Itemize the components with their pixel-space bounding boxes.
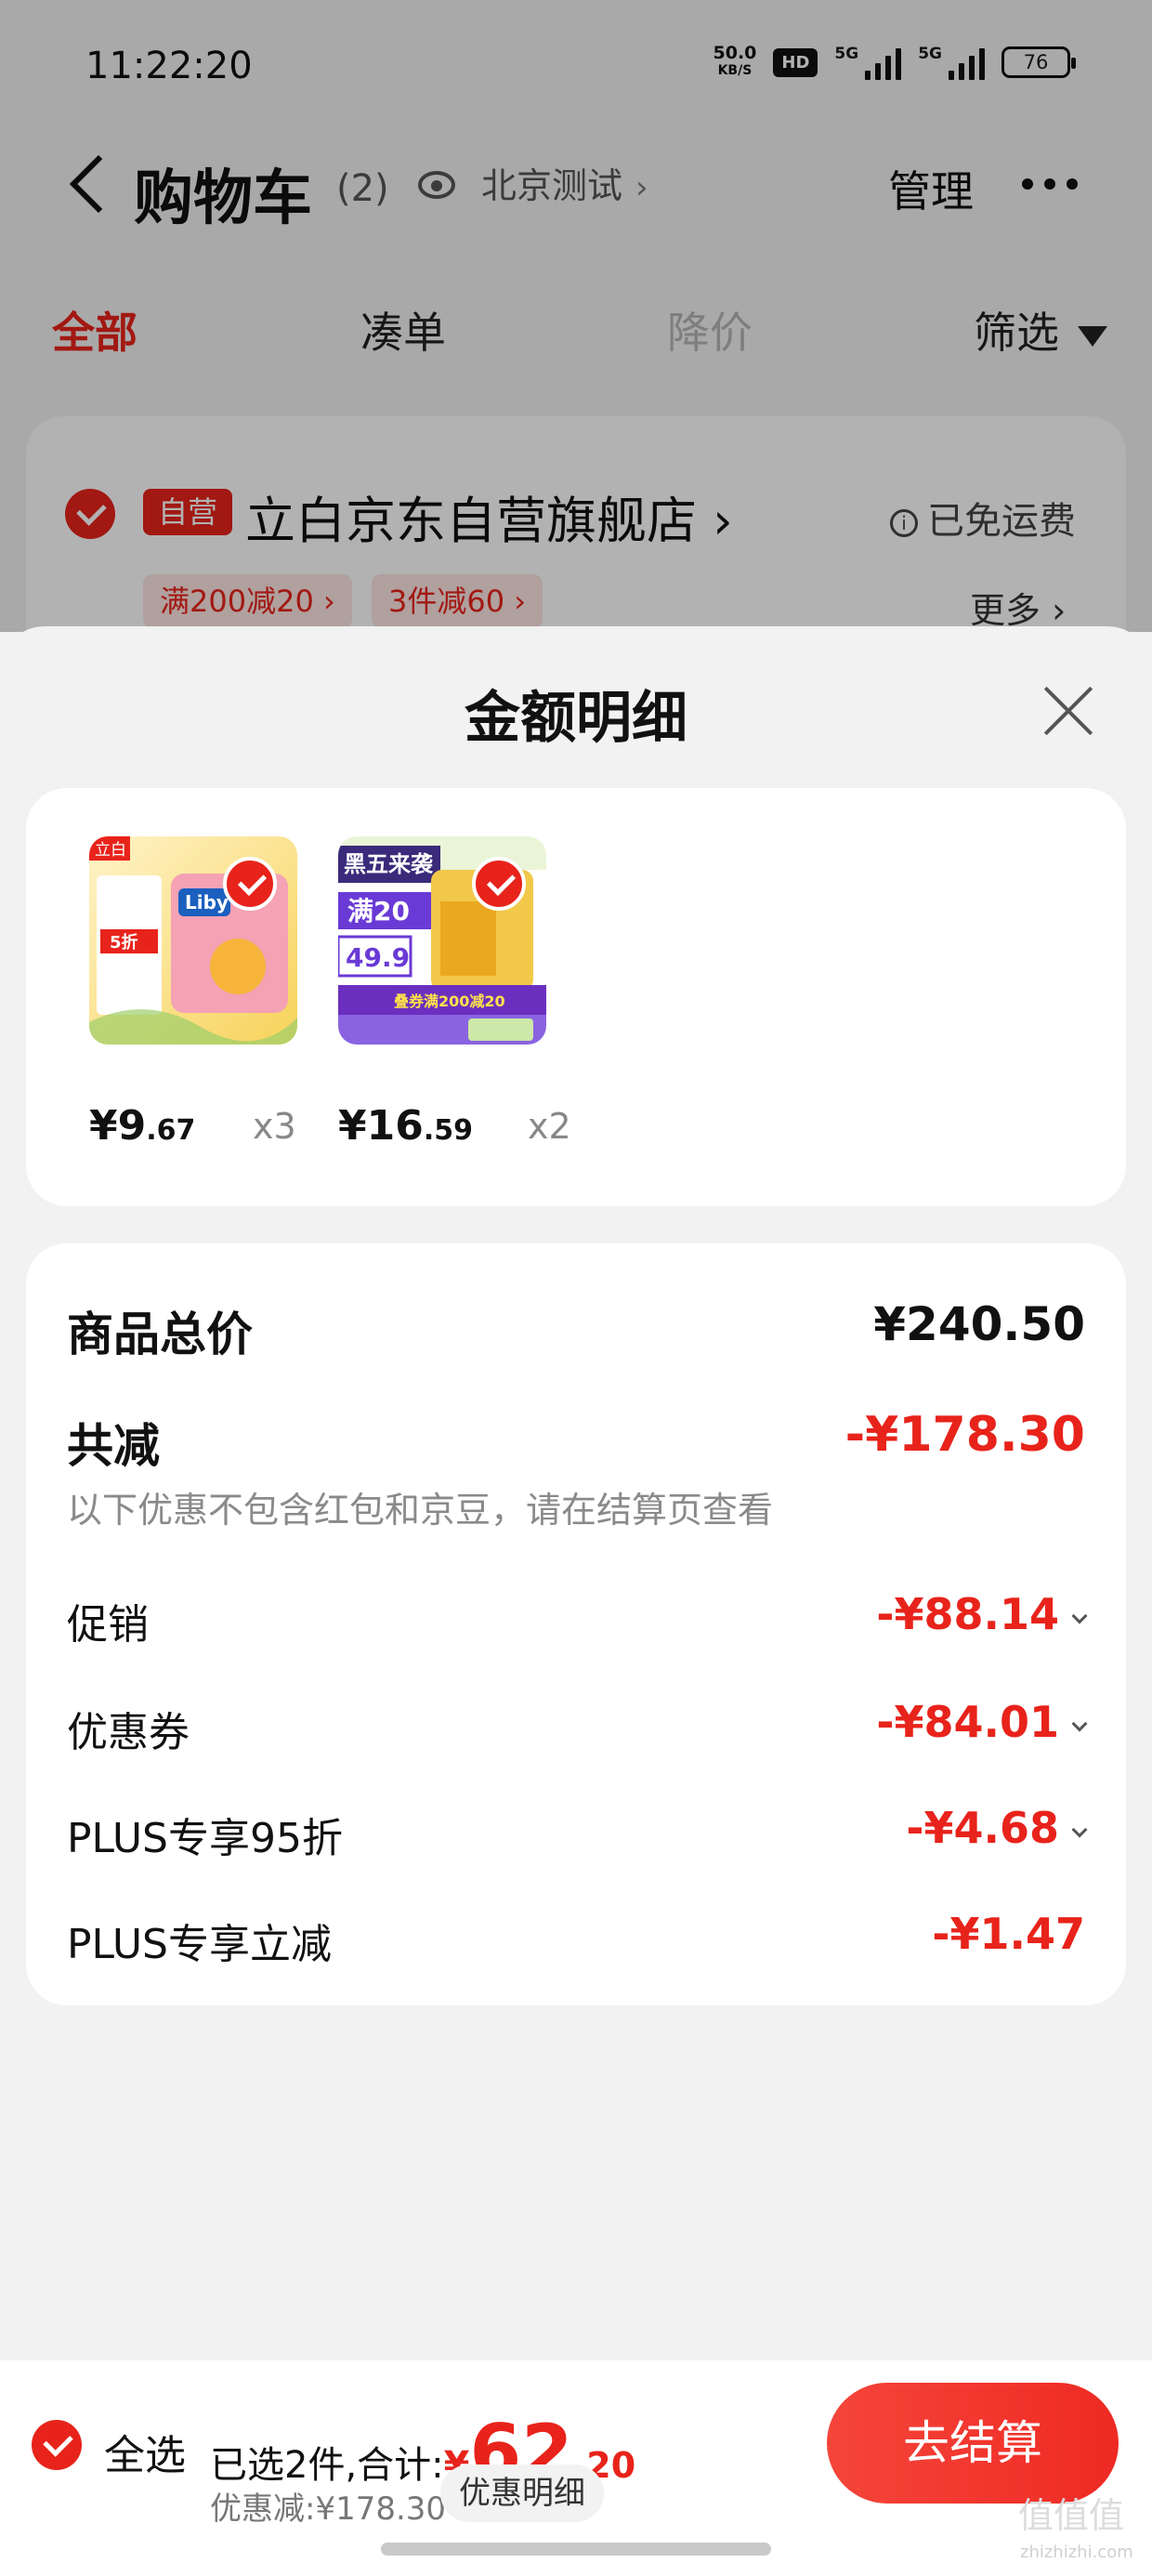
checkout-button[interactable]: 去结算 [827, 2383, 1119, 2504]
checkout-bar: 全选 已选2件,合计:¥62.20 优惠减:¥178.30 优惠明细 去结算 值… [0, 2360, 1152, 2576]
goods-total-value: ¥240.50 [873, 1297, 1085, 1351]
items-card: 立白 5折 Liby ¥9.67 x3 黑五来袭 满20 49.9 叠券满200… [26, 788, 1126, 1206]
coupon-row-value[interactable]: -¥84.01 [876, 1697, 1088, 1747]
item-selected-check-icon [223, 857, 277, 911]
close-icon[interactable] [1041, 682, 1096, 738]
total-reduce-label: 共减 [67, 1419, 160, 1473]
thumb-banner: 叠券满200减20 [394, 992, 505, 1010]
discount-detail-button[interactable]: 优惠明细 [440, 2464, 604, 2522]
thumb-tag: 5折 [110, 932, 138, 953]
home-indicator[interactable] [381, 2543, 771, 2556]
item-quantity: x3 [253, 1106, 296, 1147]
cart-item[interactable]: 黑五来袭 满20 49.9 叠券满200减20 ¥16.59 x2 [338, 836, 571, 1150]
select-all-label[interactable]: 全选 [104, 2422, 186, 2481]
item-price: ¥9.67 [89, 1102, 195, 1150]
promo-row-amount: -¥88.14 [876, 1589, 1059, 1639]
item-price: ¥16.59 [338, 1102, 473, 1150]
plus-instant-row-value: -¥1.47 [932, 1909, 1085, 1959]
chevron-down-icon [1071, 1608, 1088, 1624]
item-price-dec: .67 [146, 1114, 196, 1147]
selected-count-text: 已选2件,合计: [210, 2444, 444, 2487]
plus-discount-row-value[interactable]: -¥4.68 [906, 1803, 1088, 1853]
item-price-int: ¥16 [338, 1102, 424, 1150]
watermark: 值值值 [1018, 2495, 1125, 2536]
select-all-check-icon[interactable] [32, 2420, 82, 2470]
discount-text: 优惠减:¥178.30 [210, 2491, 447, 2528]
thumb-price: 49.9 [346, 942, 410, 973]
promo-row-value[interactable]: -¥88.14 [876, 1589, 1088, 1639]
dim-overlay[interactable] [0, 0, 1152, 632]
item-selected-check-icon [472, 857, 526, 911]
cart-item[interactable]: 立白 5折 Liby ¥9.67 x3 [89, 836, 312, 1150]
coupon-row-label: 优惠券 [67, 1709, 190, 1756]
chevron-down-icon [1071, 1821, 1088, 1838]
item-price-int: ¥9 [89, 1102, 147, 1150]
thumb-brand: 黑五来袭 [344, 851, 434, 877]
item-quantity: x2 [528, 1106, 571, 1147]
thumb-logo: Liby [185, 891, 229, 913]
amount-detail-sheet: 金额明细 立白 5折 Liby ¥9.67 x3 黑五来袭 满20 49.9 叠… [0, 626, 1152, 2360]
item-price-dec: .59 [423, 1114, 474, 1147]
sheet-title: 金额明细 [465, 686, 687, 751]
promo-row-label: 促销 [67, 1601, 149, 1649]
plus-discount-row-label: PLUS专享95折 [67, 1815, 343, 1862]
price-detail-card: 商品总价 ¥240.50 共减 -¥178.30 以下优惠不包含红包和京豆，请在… [26, 1243, 1126, 2005]
total-reduce-value: -¥178.30 [844, 1407, 1085, 1463]
product-image: 立白 5折 Liby [89, 836, 297, 1045]
plus-instant-row-label: PLUS专享立减 [67, 1921, 332, 1968]
watermark-url: zhizhizhi.com [1020, 2543, 1133, 2562]
thumb-promo: 满20 [347, 896, 410, 927]
coupon-row-amount: -¥84.01 [876, 1697, 1059, 1747]
plus-discount-row-amount: -¥4.68 [906, 1803, 1059, 1853]
product-image: 黑五来袭 满20 49.9 叠券满200减20 [338, 836, 546, 1045]
chevron-down-icon [1071, 1715, 1088, 1732]
goods-total-label: 商品总价 [67, 1308, 253, 1361]
thumb-brand: 立白 [95, 841, 126, 860]
reduce-note: 以下优惠不包含红包和京豆，请在结算页查看 [67, 1490, 774, 1531]
